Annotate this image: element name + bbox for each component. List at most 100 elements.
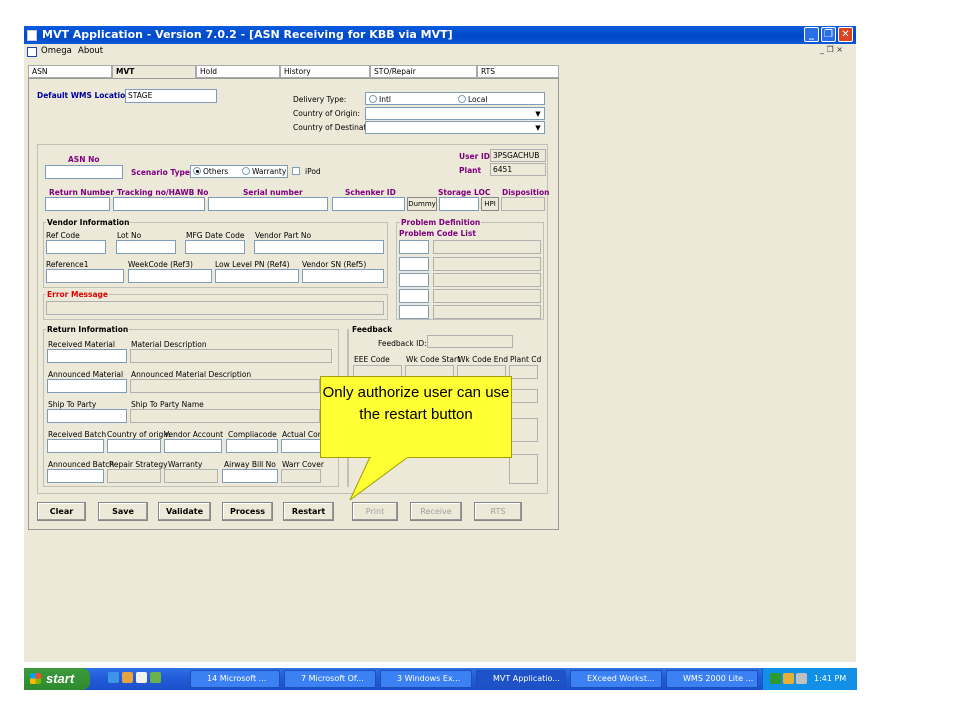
ipod-checkbox[interactable] [292,167,300,175]
announced-batch-field[interactable] [47,469,104,483]
wk-code-end-col: Wk Code End [458,355,508,364]
save-button[interactable]: Save [98,502,148,521]
tray-icon[interactable] [770,673,781,684]
tab-history[interactable]: History [280,65,370,78]
problem-code-field-4[interactable] [399,289,429,303]
storage-loc-field[interactable] [439,197,479,211]
vendor-sn-field[interactable] [302,269,384,283]
mdi-window-controls[interactable]: _ ❐ × [820,45,843,54]
announced-material-field[interactable] [47,379,127,393]
problem-definition-title: Problem Definition [400,218,482,227]
problem-code-field-3[interactable] [399,273,429,287]
problem-desc-field-3 [433,273,541,287]
vendor-part-field[interactable] [254,240,384,254]
warranty-label: Warranty [168,460,203,469]
mfg-date-label: MFG Date Code [186,231,245,240]
clear-button[interactable]: Clear [37,502,86,521]
low-level-field[interactable] [215,269,299,283]
dummy-button[interactable]: Dummy [407,197,437,211]
ref-code-field[interactable] [46,240,106,254]
received-batch-field[interactable] [47,439,104,453]
annotation-callout: Only authorize user can use the restart … [320,376,512,458]
vendor-account-label: Vendor Account [164,430,224,439]
delivery-type-label: Delivery Type: [293,95,347,104]
tab-asn[interactable]: ASN [28,65,112,78]
plant-label: Plant [459,166,482,175]
delivery-local-radio[interactable] [458,95,466,103]
minimize-button[interactable]: _ [804,27,819,42]
chevron-down-icon: ▼ [535,124,541,132]
tab-sto-repair[interactable]: STO/Repair [370,65,477,78]
outlook-icon[interactable] [122,672,133,683]
menu-omega[interactable]: Omega [41,46,72,56]
scenario-others-label: Others [203,167,229,176]
country-of-origin-field[interactable] [107,439,161,453]
tracking-field[interactable] [113,197,205,211]
vendor-account-field[interactable] [164,439,222,453]
window-title-bar[interactable]: MVT Application - Version 7.0.2 - [ASN R… [24,26,856,44]
vendor-part-label: Vendor Part No [255,231,312,240]
received-material-field[interactable] [47,349,127,363]
problem-code-field-5[interactable] [399,305,429,319]
schenker-id-field[interactable] [332,197,405,211]
hpi-button[interactable]: HPI [481,197,499,211]
airway-bill-field[interactable] [222,469,278,483]
return-number-field[interactable] [45,197,110,211]
scenario-warranty-radio[interactable] [242,167,250,175]
disposition-label: Disposition [502,188,550,197]
quicklaunch-icon[interactable] [150,672,161,683]
problem-desc-field-5 [433,305,541,319]
country-origin-select[interactable]: ▼ [365,107,545,120]
maximize-button[interactable]: ❐ [821,27,836,42]
task-button-active[interactable]: MVT Applicatio... [476,670,566,688]
problem-desc-field-4 [433,289,541,303]
ie-icon[interactable] [108,672,119,683]
problem-code-field-2[interactable] [399,257,429,271]
task-button[interactable]: 7 Microsoft Of... [284,670,376,688]
start-button[interactable]: start [24,668,90,690]
scenario-others-radio[interactable] [193,167,201,175]
plant-field: 6451 [490,163,546,176]
menu-about[interactable]: About [78,46,103,56]
storage-loc-label: Storage LOC [438,188,491,197]
delivery-intl-radio[interactable] [369,95,377,103]
lot-no-label: Lot No [117,231,142,240]
process-button[interactable]: Process [222,502,273,521]
ship-to-name-label: Ship To Party Name [131,400,204,409]
serial-number-field[interactable] [208,197,328,211]
tray-icon[interactable] [783,673,794,684]
reference1-field[interactable] [46,269,124,283]
task-button[interactable]: 3 Windows Ex... [380,670,472,688]
user-id-field: 3PSGACHUB [490,149,546,162]
tab-hold[interactable]: Hold [196,65,280,78]
airway-bill-label: Airway Bill No [224,460,276,469]
scenario-type-label: Scenario Type: [131,168,193,177]
country-dest-select[interactable]: ▼ [365,121,545,134]
task-button[interactable]: WMS 2000 Lite ... [666,670,758,688]
close-button[interactable]: ✕ [838,27,853,42]
announced-description-field [130,379,320,393]
mfg-date-field[interactable] [185,240,245,254]
validate-button[interactable]: Validate [158,502,211,521]
app-icon [27,30,37,41]
compliacode-field[interactable] [226,439,278,453]
clock[interactable]: 1:41 PM [814,674,846,683]
wms-location-field[interactable]: STAGE [125,89,217,103]
problem-code-field-1[interactable] [399,240,429,254]
network-icon[interactable] [796,673,807,684]
error-message-field [46,301,384,315]
task-button[interactable]: EXceed Workst... [570,670,662,688]
lot-no-field[interactable] [116,240,176,254]
weekcode-field[interactable] [128,269,212,283]
received-material-label: Received Material [48,340,115,349]
tab-rts[interactable]: RTS [477,65,559,78]
warr-cover-field [281,469,321,483]
window-title: MVT Application - Version 7.0.2 - [ASN R… [42,28,453,41]
asn-no-field[interactable] [45,165,123,179]
actual-comp-field[interactable] [281,439,321,453]
ship-to-party-label: Ship To Party [48,400,97,409]
ship-to-party-field[interactable] [47,409,127,423]
tab-mvt[interactable]: MVT [112,65,196,79]
task-button[interactable]: 14 Microsoft ... [190,670,280,688]
media-icon[interactable] [136,672,147,683]
